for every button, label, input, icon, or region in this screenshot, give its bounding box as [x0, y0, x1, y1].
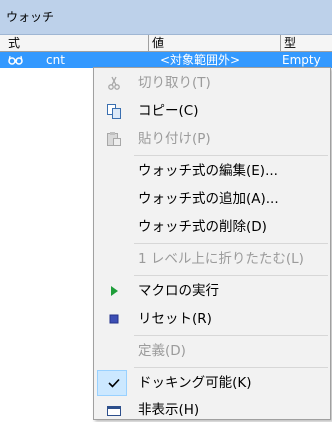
menu-separator [134, 243, 328, 244]
glasses-icon [8, 54, 24, 66]
menu-item-label: ウォッチ式の編集(E)... [138, 163, 278, 179]
menu-item-edit-watch[interactable]: ウォッチ式の編集(E)... [94, 157, 330, 185]
window-title: ウォッチ [6, 10, 55, 24]
menu-item-dockable[interactable]: ドッキング可能(K) [94, 369, 330, 397]
menu-item-label: 1 レベル上に折りたたむ(L) [138, 251, 304, 267]
menu-item-hide[interactable]: 非表示(H) [94, 397, 330, 419]
menu-item-label: リセット(R) [138, 311, 212, 327]
menu-item-copy[interactable]: コピー(C) [94, 97, 330, 125]
stop-icon [106, 311, 122, 327]
play-icon [106, 283, 122, 299]
menu-separator [134, 155, 328, 156]
menu-item-reset[interactable]: リセット(R) [94, 305, 330, 333]
watch-name: cnt [46, 53, 65, 67]
menu-separator [134, 275, 328, 276]
menu-item-label: 切り取り(T) [138, 75, 211, 91]
menu-item-delete-watch[interactable]: ウォッチ式の削除(D) [94, 213, 330, 241]
watch-type: Empty [282, 53, 321, 67]
menu-item-label: ドッキング可能(K) [138, 375, 252, 391]
window-titlebar[interactable]: ウォッチ [0, 0, 332, 35]
menu-item-collapse-parent[interactable]: 1 レベル上に折りたたむ(L) [94, 245, 330, 273]
menu-item-label: ウォッチ式の削除(D) [138, 219, 267, 235]
paste-icon [106, 131, 122, 147]
column-header: 式 値 型 [0, 35, 332, 52]
column-header-value[interactable]: 値 [149, 35, 281, 51]
menu-item-paste[interactable]: 貼り付け(P) [94, 125, 330, 153]
menu-item-label: ウォッチ式の追加(A)... [138, 191, 279, 207]
menu-separator [134, 367, 328, 368]
column-header-type[interactable]: 型 [281, 35, 332, 51]
checkmark-icon [106, 375, 122, 391]
menu-item-label: マクロの実行 [138, 283, 219, 299]
scissors-icon [106, 75, 122, 91]
menu-item-label: コピー(C) [138, 103, 199, 119]
menu-item-definition[interactable]: 定義(D) [94, 337, 330, 365]
column-header-expression[interactable]: 式 [0, 35, 149, 51]
menu-item-label: 非表示(H) [138, 402, 200, 418]
menu-item-label: 定義(D) [138, 343, 186, 359]
menu-separator [134, 335, 328, 336]
menu-item-label: 貼り付け(P) [138, 131, 211, 147]
menu-item-run-macro[interactable]: マクロの実行 [94, 277, 330, 305]
menu-item-add-watch[interactable]: ウォッチ式の追加(A)... [94, 185, 330, 213]
watch-row-selected[interactable]: cnt <対象範囲外> Empty [0, 52, 332, 68]
copy-icon [106, 103, 122, 119]
window-hide-icon [106, 403, 122, 419]
menu-item-cut[interactable]: 切り取り(T) [94, 69, 330, 97]
context-menu: 切り取り(T) コピー(C) 貼り付け(P) ウォッチ式の編集(E)... ウォ… [93, 67, 331, 420]
watch-value: <対象範囲外> [160, 53, 241, 67]
